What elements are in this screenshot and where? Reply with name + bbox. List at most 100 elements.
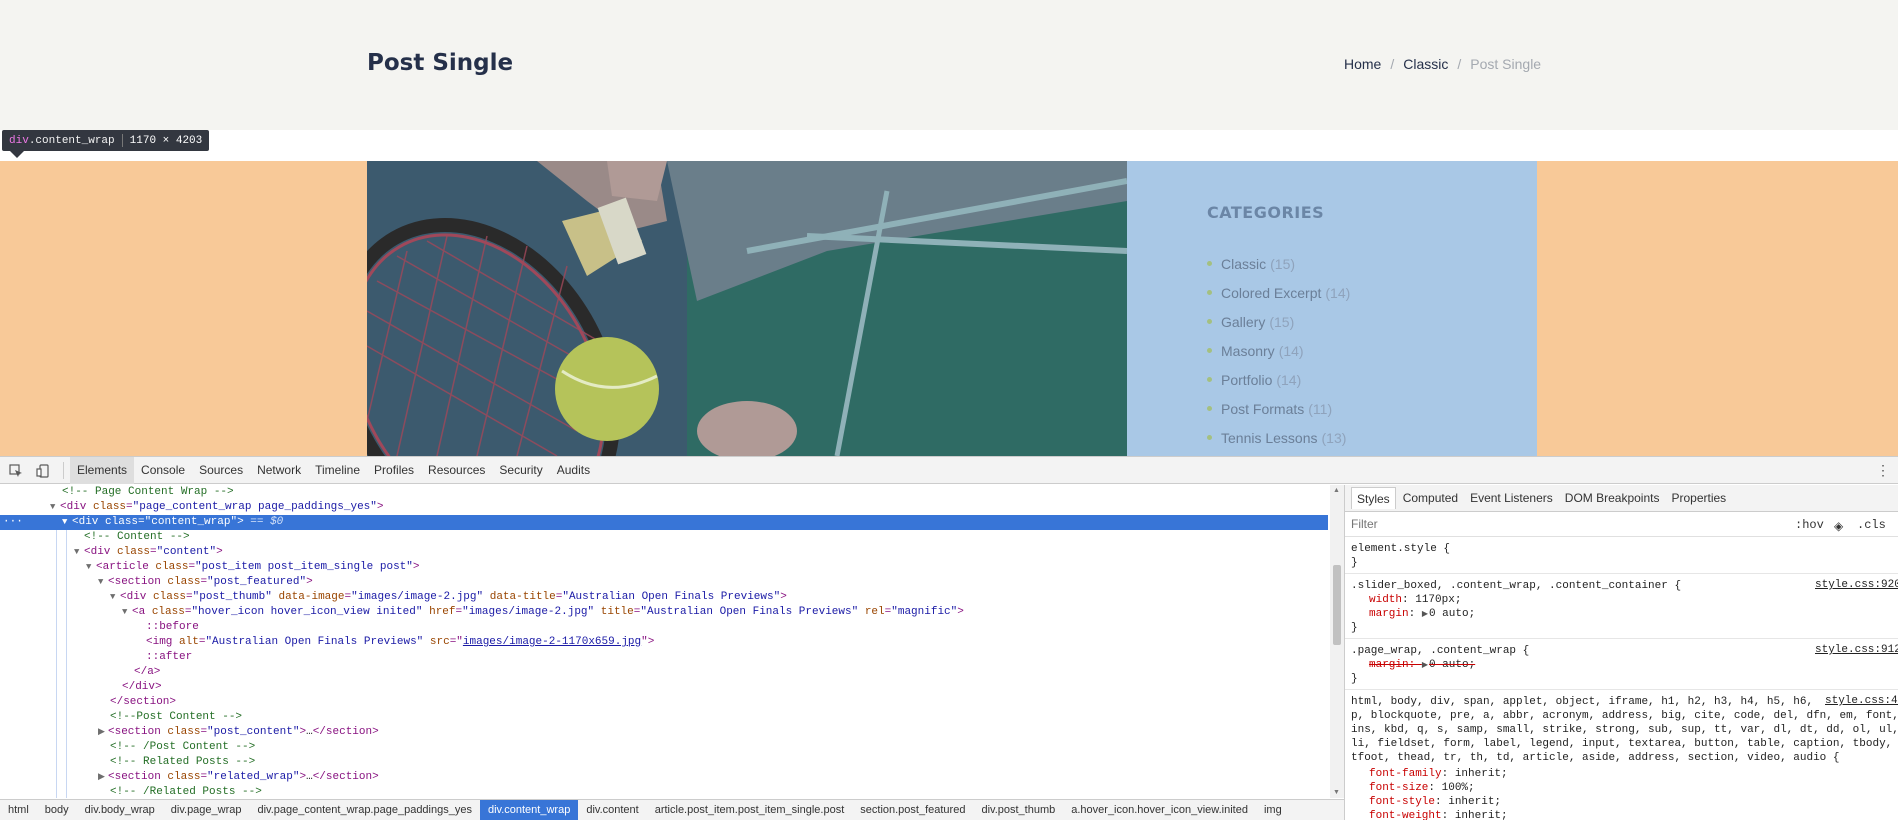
tab-network[interactable]: Network [250, 457, 308, 484]
css-declaration[interactable]: margin: ▶0 auto; [1369, 607, 1475, 621]
dom-node[interactable]: <!--Post Content --> [0, 710, 1328, 725]
tab-console[interactable]: Console [134, 457, 192, 484]
tab-timeline[interactable]: Timeline [308, 457, 367, 484]
dom-node[interactable]: </section> [0, 695, 1328, 710]
expand-arrow-icon[interactable]: ▼ [98, 575, 108, 590]
crumb-item[interactable]: div.post_thumb [973, 800, 1063, 820]
dom-node[interactable]: </div> [0, 680, 1328, 695]
scroll-down-icon[interactable]: ▼ [1333, 789, 1340, 796]
category-item[interactable]: Tennis Lessons (13) [1207, 423, 1350, 452]
css-declaration[interactable]: font-size: 100%; [1369, 781, 1475, 795]
tab-sources[interactable]: Sources [192, 457, 250, 484]
dom-node[interactable]: ▼ <div class="page_content_wrap page_padd… [0, 500, 1328, 515]
crumb-item[interactable]: article.post_item.post_item_single.post [647, 800, 853, 820]
tab-security[interactable]: Security [492, 457, 549, 484]
expand-arrow-icon[interactable]: ▶ [98, 770, 108, 785]
category-label[interactable]: Classic [1221, 256, 1266, 272]
css-source-link[interactable]: style.css:920 [1815, 579, 1898, 591]
crumb-item[interactable]: body [37, 800, 77, 820]
dom-node[interactable]: <!-- /Post Content --> [0, 740, 1328, 755]
dom-node[interactable]: ▼ <section class="post_featured"> [0, 575, 1328, 590]
css-declaration-overridden[interactable]: margin: ▶0 auto; [1369, 658, 1475, 672]
dom-node[interactable]: <img alt="Australian Open Finals Preview… [0, 635, 1328, 650]
dom-scrollbar-thumb[interactable] [1333, 565, 1341, 645]
crumb-item[interactable]: div.page_wrap [163, 800, 250, 820]
dom-node-selected[interactable]: ··· ▼ <div class="content_wrap"> == $0 [0, 515, 1328, 530]
category-label[interactable]: Masonry [1221, 343, 1275, 359]
dom-node[interactable]: ▼ <div class="post_thumb" data-image="ima… [0, 590, 1328, 605]
css-declaration[interactable]: font-style: inherit; [1369, 795, 1501, 809]
dom-node[interactable]: ▶ <section class="related_wrap">…</sectio… [0, 770, 1328, 785]
css-rule-selector[interactable]: html, body, div, span, applet, object, i… [1351, 695, 1813, 709]
class-toggle[interactable]: .cls [1857, 518, 1886, 532]
dom-scrollbar[interactable]: ▲ ▼ [1330, 485, 1344, 798]
breadcrumb-home[interactable]: Home [1344, 56, 1381, 72]
dom-node[interactable]: ▶ <section class="post_content">…</sectio… [0, 725, 1328, 740]
css-source-link[interactable]: style.css:41 [1825, 695, 1898, 707]
dom-node[interactable]: ▼ <article class="post_item post_item_sin… [0, 560, 1328, 575]
expand-arrow-icon[interactable]: ▼ [110, 590, 120, 605]
dom-node[interactable]: ▼ <a class="hover_icon hover_icon_view in… [0, 605, 1328, 620]
css-rule-selector[interactable]: ins, kbd, q, s, samp, small, strike, str… [1351, 723, 1898, 737]
crumb-item-active[interactable]: div.content_wrap [479, 800, 579, 820]
subtab-computed[interactable]: Computed [1398, 487, 1463, 509]
expand-arrow-icon[interactable]: ▼ [74, 545, 84, 560]
crumb-item[interactable]: div.content [578, 800, 646, 820]
expand-arrow-icon[interactable]: ▼ [50, 500, 60, 515]
category-item[interactable]: Colored Excerpt (14) [1207, 278, 1350, 307]
color-format-icon[interactable]: ◈ [1834, 519, 1843, 533]
category-item[interactable]: Masonry (14) [1207, 336, 1350, 365]
subtab-dom-breakpoints[interactable]: DOM Breakpoints [1560, 487, 1665, 509]
expand-arrow-icon[interactable]: ▼ [122, 605, 132, 620]
breadcrumb-classic[interactable]: Classic [1403, 56, 1448, 72]
dom-node[interactable]: <!-- Related Posts --> [0, 755, 1328, 770]
more-dots-icon[interactable]: ··· [3, 515, 23, 530]
category-item[interactable]: Gallery (15) [1207, 307, 1350, 336]
category-item[interactable]: Portfolio (14) [1207, 365, 1350, 394]
category-label[interactable]: Portfolio [1221, 372, 1272, 388]
crumb-item[interactable]: a.hover_icon.hover_icon_view.inited [1063, 800, 1256, 820]
category-item[interactable]: Post Formats (11) [1207, 394, 1350, 423]
category-label[interactable]: Post Formats [1221, 401, 1304, 417]
css-rule-selector[interactable]: tfoot, thead, tr, th, td, article, aside… [1351, 751, 1839, 765]
dom-node[interactable]: ▼ <div class="content"> [0, 545, 1328, 560]
expand-arrow-icon[interactable]: ▶ [1422, 608, 1428, 622]
dom-node[interactable]: ::after [0, 650, 1328, 665]
subtab-styles[interactable]: Styles [1351, 487, 1396, 509]
expand-arrow-icon[interactable]: ▼ [62, 515, 72, 530]
crumb-item[interactable]: img [1256, 800, 1290, 820]
css-rule-selector[interactable]: li, fieldset, form, label, legend, input… [1351, 737, 1892, 751]
category-label[interactable]: Tennis Lessons [1221, 430, 1318, 446]
tab-audits[interactable]: Audits [550, 457, 597, 484]
category-label[interactable]: Colored Excerpt [1221, 285, 1321, 301]
dom-tree[interactable]: <!-- Page Content Wrap --> ▼ <div class="… [0, 485, 1344, 798]
dom-node[interactable]: <!-- Content --> [0, 530, 1328, 545]
css-declaration[interactable]: font-family: inherit; [1369, 767, 1508, 781]
more-options-icon[interactable]: ⋮ [1876, 462, 1890, 479]
css-source-link[interactable]: style.css:912 [1815, 644, 1898, 656]
tab-resources[interactable]: Resources [421, 457, 492, 484]
css-rule-selector[interactable]: .page_wrap, .content_wrap { [1351, 644, 1529, 658]
category-item[interactable]: Classic (15) [1207, 249, 1350, 278]
img-src-link[interactable]: images/image-2-1170x659.jpg [463, 636, 641, 648]
subtab-event-listeners[interactable]: Event Listeners [1465, 487, 1558, 509]
styles-filter-input[interactable] [1351, 517, 1651, 531]
crumb-item[interactable]: html [0, 800, 37, 820]
expand-arrow-icon[interactable]: ▶ [1422, 659, 1428, 673]
hover-state-toggle[interactable]: :hov [1795, 518, 1824, 532]
tab-profiles[interactable]: Profiles [367, 457, 421, 484]
expand-arrow-icon[interactable]: ▶ [98, 725, 108, 740]
crumb-item[interactable]: section.post_featured [852, 800, 973, 820]
tab-elements[interactable]: Elements [70, 457, 135, 484]
inspect-element-icon[interactable] [8, 463, 23, 478]
css-declaration[interactable]: font-weight: inherit; [1369, 809, 1508, 820]
subtab-properties[interactable]: Properties [1666, 487, 1731, 509]
scroll-up-icon[interactable]: ▲ [1333, 487, 1340, 494]
expand-arrow-icon[interactable]: ▼ [86, 560, 96, 575]
css-rule-selector[interactable]: p, blockquote, pre, a, abbr, acronym, ad… [1351, 709, 1898, 723]
dom-node[interactable]: <!-- /Related Posts --> [0, 785, 1328, 798]
device-mode-icon[interactable] [35, 463, 50, 478]
css-rule-selector[interactable]: .slider_boxed, .content_wrap, .content_c… [1351, 579, 1681, 593]
featured-image[interactable] [367, 161, 1127, 456]
crumb-item[interactable]: div.body_wrap [77, 800, 163, 820]
